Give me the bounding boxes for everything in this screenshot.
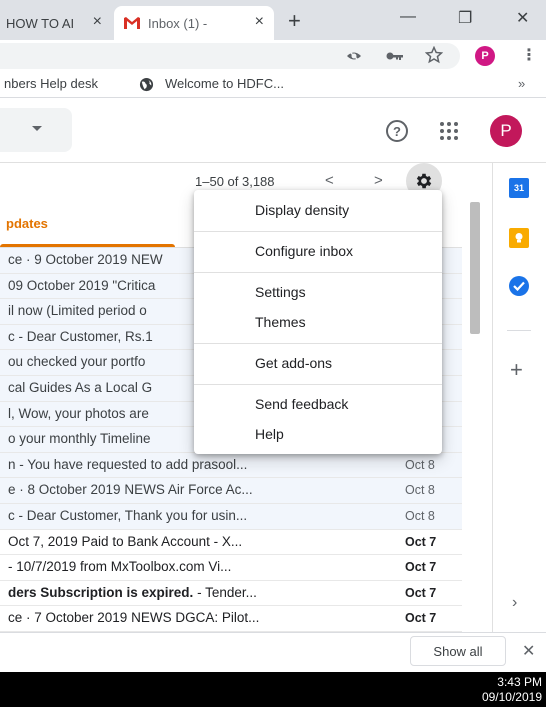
taskbar: [0, 672, 546, 707]
email-snippet: e · 8 October 2019 NEWS Air Force Ac...: [8, 482, 253, 498]
globe-icon: [139, 77, 154, 92]
menu-divider: [194, 384, 442, 385]
window-close-button[interactable]: ✕: [516, 8, 529, 28]
side-panel-separator: [507, 330, 531, 331]
email-row[interactable]: e · 8 October 2019 NEWS Air Force Ac... O…: [0, 478, 462, 504]
close-download-bar-icon[interactable]: ✕: [522, 641, 535, 661]
menu-item-configure-inbox[interactable]: Configure inbox: [255, 243, 353, 259]
keep-icon[interactable]: [509, 228, 529, 248]
browser-tab-inbox[interactable]: Inbox (1) - ×: [114, 6, 274, 40]
menu-item-help[interactable]: Help: [255, 426, 284, 442]
help-icon[interactable]: ?: [386, 120, 408, 142]
menu-item-get-addons[interactable]: Get add-ons: [255, 355, 332, 371]
close-tab-icon[interactable]: ×: [255, 13, 264, 31]
star-icon[interactable]: [425, 46, 443, 64]
email-row[interactable]: ce · 7 October 2019 NEWS DGCA: Pilot... O…: [0, 606, 462, 632]
email-snippet: Oct 7, 2019 Paid to Bank Account - X...: [8, 533, 243, 549]
gear-icon: [416, 173, 432, 189]
email-row[interactable]: Oct 7, 2019 Paid to Bank Account - X... O…: [0, 529, 462, 556]
newer-button[interactable]: <: [325, 172, 334, 189]
email-subject: ders Subscription is expired.: [8, 584, 194, 600]
scrollbar-thumb[interactable]: [470, 202, 480, 334]
menu-divider: [194, 272, 442, 273]
menu-item-send-feedback[interactable]: Send feedback: [255, 396, 348, 412]
bookmark-help-desk[interactable]: nbers Help desk: [4, 76, 98, 91]
menu-item-settings[interactable]: Settings: [255, 284, 306, 300]
email-date: Oct 8: [405, 457, 435, 472]
tasks-icon[interactable]: [509, 276, 529, 296]
email-row[interactable]: ders Subscription is expired. - Tender..…: [0, 580, 462, 607]
email-row[interactable]: n - You have requested to add prasool...…: [0, 452, 462, 479]
avatar[interactable]: P: [490, 115, 522, 147]
expand-panel-chevron-icon[interactable]: ›: [512, 594, 517, 612]
email-snippet: - 10/7/2019 from MxToolbox.com Vi...: [8, 559, 232, 575]
bookmark-hdfc[interactable]: Welcome to HDFC...: [165, 76, 284, 91]
menu-item-display-density[interactable]: Display density: [255, 202, 349, 218]
email-date: Oct 7: [405, 534, 437, 549]
system-clock[interactable]: 3:43 PM 09/10/2019: [482, 675, 542, 705]
get-addons-plus-icon[interactable]: +: [510, 357, 523, 383]
tab-title: HOW TO AI: [6, 15, 75, 31]
side-panel-divider: [492, 162, 493, 632]
apps-grid-icon[interactable]: [440, 122, 458, 140]
browser-menu-icon[interactable]: ⋮: [521, 45, 537, 65]
email-date: Oct 7: [405, 585, 437, 600]
gmail-logo-icon: [124, 17, 140, 29]
profile-button[interactable]: P: [475, 46, 495, 66]
settings-menu: Display density Configure inbox Settings…: [194, 190, 442, 454]
email-preview: - Tender...: [193, 584, 257, 600]
close-tab-icon[interactable]: ×: [93, 13, 102, 31]
email-snippet: c - Dear Customer, Thank you for usin...: [8, 507, 248, 523]
minimize-button[interactable]: —: [400, 8, 416, 26]
lightbulb-icon: [515, 233, 523, 243]
menu-item-themes[interactable]: Themes: [255, 314, 306, 330]
email-row[interactable]: c - Dear Customer, Thank you for usin...…: [0, 503, 462, 530]
chevron-down-icon: [32, 126, 42, 131]
email-date: Oct 7: [405, 611, 437, 626]
email-date: Oct 8: [405, 483, 435, 498]
email-snippet: ce · 7 October 2019 NEWS DGCA: Pilot...: [8, 610, 260, 626]
header-divider: [0, 162, 546, 163]
restore-button[interactable]: ❐: [458, 8, 472, 28]
email-snippet: n - You have requested to add prasool...: [8, 456, 248, 472]
show-all-downloads-button[interactable]: Show all: [410, 636, 506, 666]
older-button[interactable]: >: [374, 172, 383, 189]
bookmarks-overflow-button[interactable]: »: [518, 76, 525, 91]
clock-time: 3:43 PM: [497, 675, 542, 689]
clock-date: 09/10/2019: [481, 690, 542, 704]
menu-divider: [194, 343, 442, 344]
key-icon[interactable]: [386, 51, 404, 61]
email-row[interactable]: - 10/7/2019 from MxToolbox.com Vi... Oct …: [0, 555, 462, 581]
browser-tab-how-to[interactable]: HOW TO AI ×: [0, 6, 112, 40]
email-snippet: ders Subscription is expired. - Tender..…: [8, 585, 328, 600]
eye-icon[interactable]: [346, 49, 362, 63]
email-date: Oct 7: [405, 560, 437, 575]
new-tab-button[interactable]: +: [288, 8, 301, 34]
calendar-icon[interactable]: 31: [509, 178, 529, 198]
tab-updates[interactable]: pdates: [6, 216, 48, 231]
page-count: 1–50 of 3,188: [195, 174, 275, 189]
email-date: Oct 8: [405, 508, 435, 523]
checkmark-icon: [513, 281, 525, 291]
menu-divider: [194, 231, 442, 232]
tab-title: Inbox (1) -: [148, 15, 208, 31]
